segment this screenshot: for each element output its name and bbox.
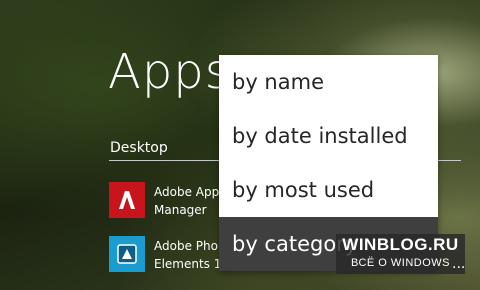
app-tile-adobe-photoshop-elements[interactable]: Adobe Pho Elements 11: [109, 236, 224, 273]
watermark-logo: WINBLOG.RU ВСЁ О WINDOWS: [336, 234, 465, 274]
menu-item-by-name[interactable]: by name: [219, 55, 438, 109]
overflow-indicator: ...: [452, 256, 466, 272]
menu-item-by-date-installed[interactable]: by date installed: [219, 109, 438, 163]
app-name: Adobe Pho Elements 11: [154, 239, 224, 271]
app-tile-adobe-application-manager[interactable]: Adobe App Manager: [109, 182, 224, 219]
adobe-application-manager-icon: [109, 182, 145, 218]
section-header-desktop: Desktop: [110, 140, 168, 156]
menu-item-by-most-used[interactable]: by most used: [219, 163, 438, 217]
watermark-line2: ВСЁ О WINDOWS: [350, 257, 451, 269]
page-title: Apps: [108, 44, 231, 100]
app-name: Adobe App Manager: [154, 185, 220, 217]
adobe-photoshop-elements-icon: [109, 236, 145, 272]
watermark-line1: WINBLOG.RU: [342, 235, 459, 254]
start-screen-background: Apps Desktop Adobe App Manager Adobe Pho…: [0, 0, 480, 290]
